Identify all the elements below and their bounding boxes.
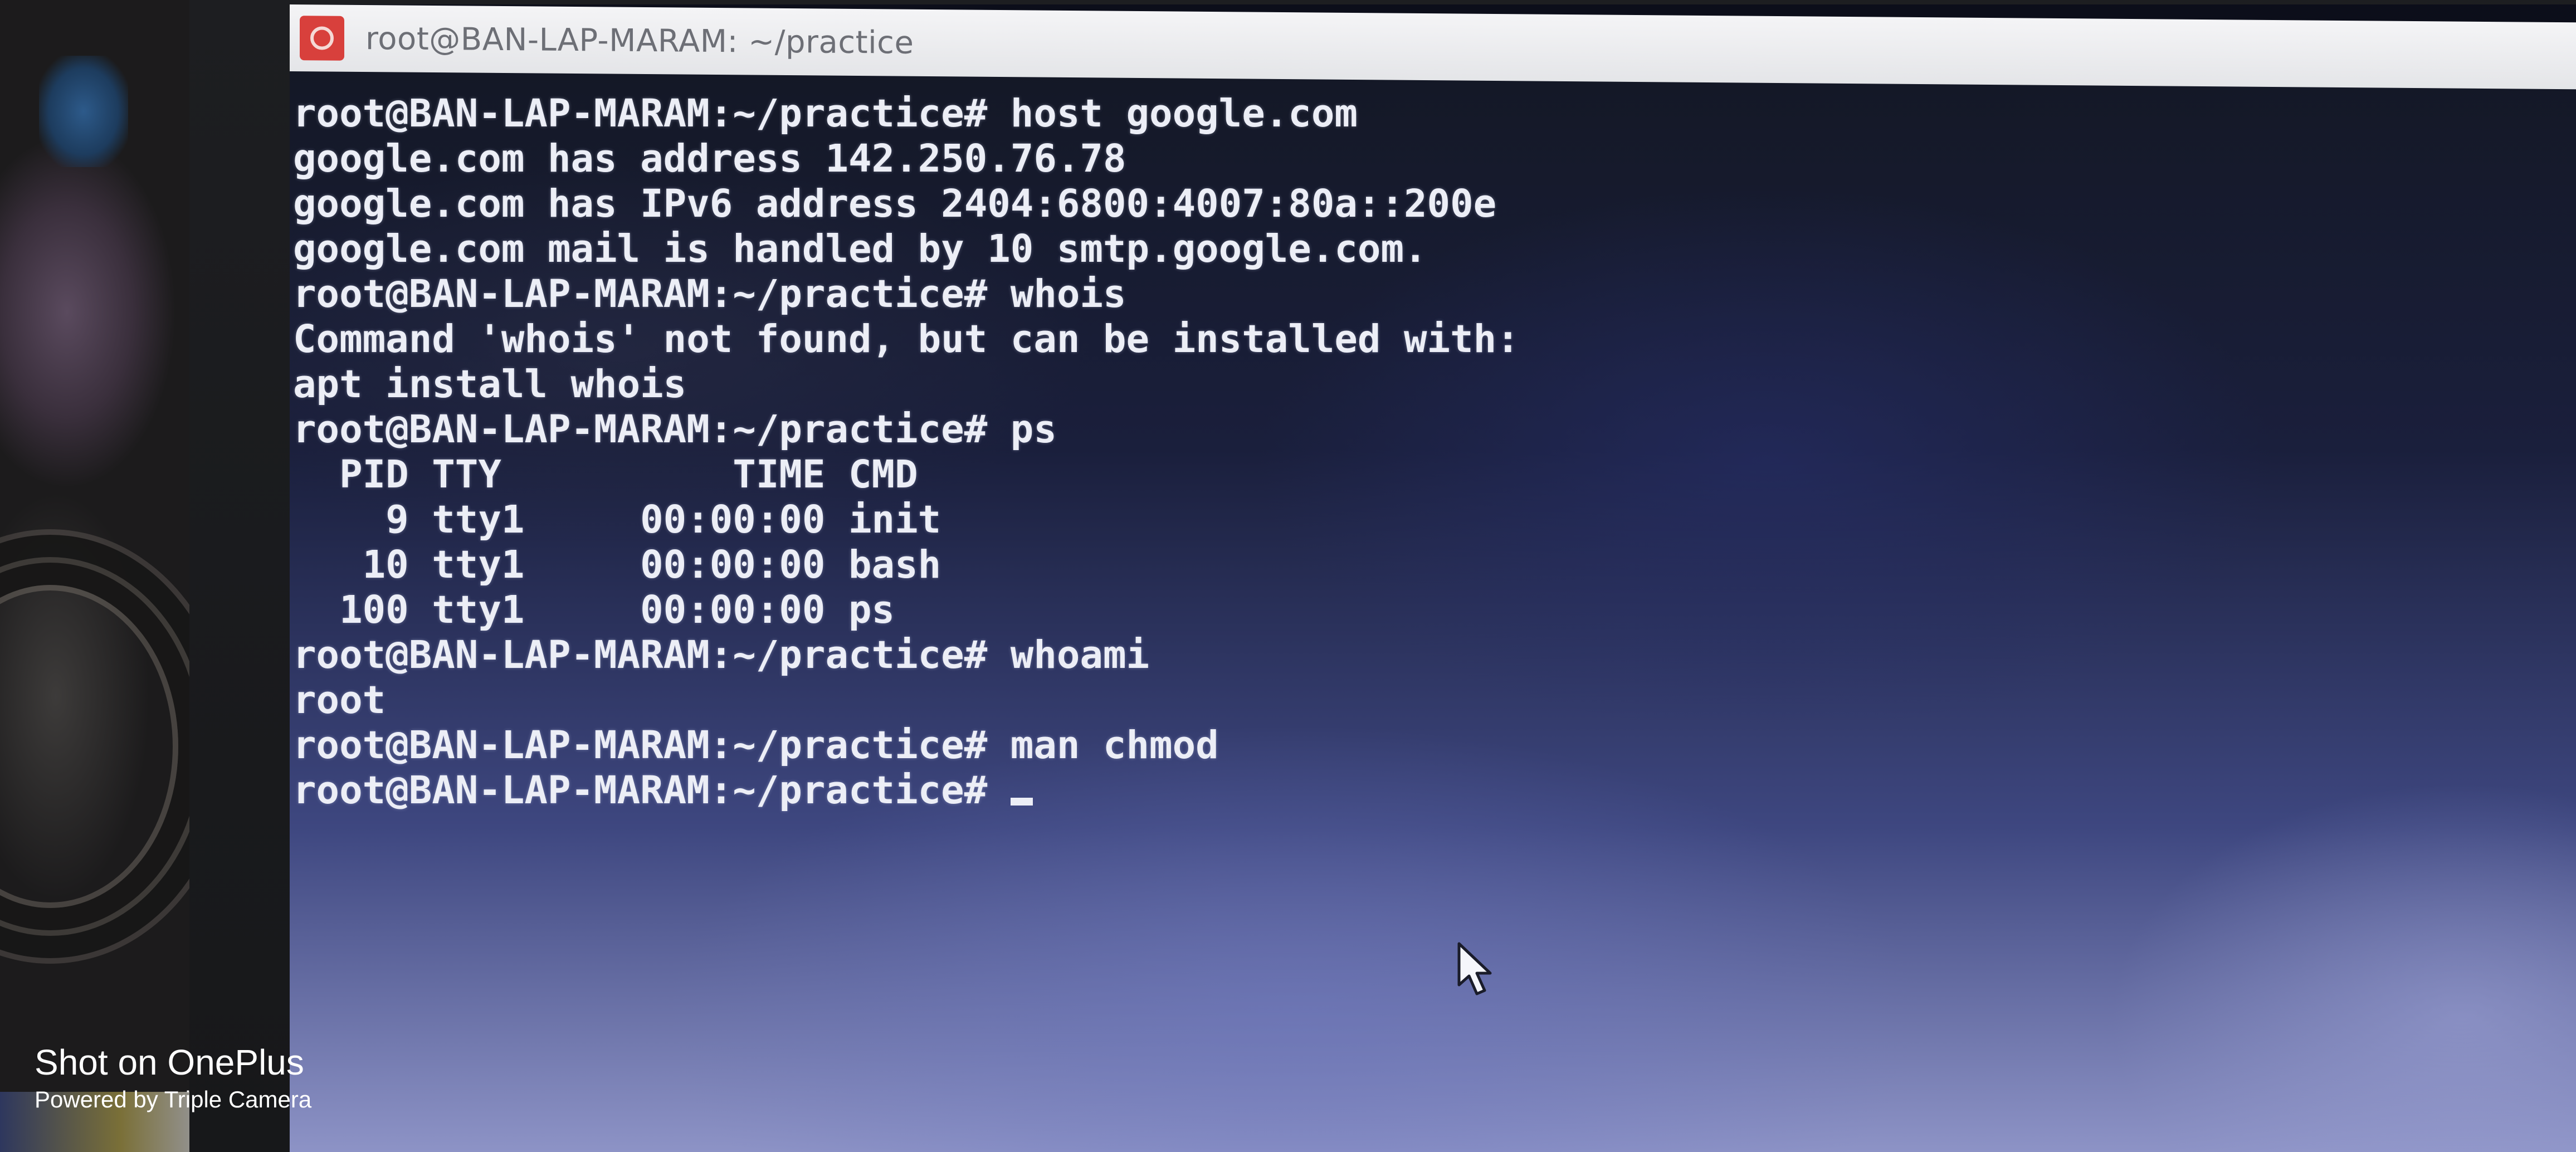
photo-background-left bbox=[0, 0, 212, 1152]
background-object-blue bbox=[39, 56, 128, 167]
terminal-output[interactable]: root@BAN-LAP-MARAM:~/practice# host goog… bbox=[293, 91, 1520, 813]
terminal-line: 9 tty1 00:00:00 init bbox=[293, 497, 941, 542]
terminal-line: google.com has address 142.250.76.78 bbox=[293, 136, 1126, 181]
terminal-line: google.com mail is handled by 10 smtp.go… bbox=[293, 227, 1427, 271]
watermark-title: Shot on OnePlus bbox=[35, 1042, 304, 1082]
camera-watermark: Shot on OnePlus Powered by Triple Camera bbox=[35, 1041, 311, 1115]
terminal-line: google.com has IPv6 address 2404:6800:40… bbox=[293, 182, 1497, 226]
terminal-line: root@BAN-LAP-MARAM:~/practice# ps bbox=[293, 407, 1057, 452]
terminal-line: PID TTY TIME CMD bbox=[293, 452, 918, 497]
watermark-subtitle: Powered by Triple Camera bbox=[35, 1086, 312, 1112]
terminal-line: root@BAN-LAP-MARAM:~/practice# host goog… bbox=[293, 91, 1358, 136]
background-object-cable bbox=[0, 585, 178, 908]
terminal-line: root@BAN-LAP-MARAM:~/practice# whoami bbox=[293, 633, 1150, 677]
terminal-window[interactable]: root@BAN-LAP-MARAM: ~/practice root@BAN-… bbox=[290, 4, 2576, 1152]
terminal-prompt-line[interactable]: root@BAN-LAP-MARAM:~/practice# bbox=[293, 768, 1520, 813]
app-icon-glyph bbox=[310, 26, 334, 50]
block-cursor-icon bbox=[1010, 798, 1033, 806]
terminal-line: 100 tty1 00:00:00 ps bbox=[293, 588, 895, 632]
terminal-line: root bbox=[293, 678, 386, 723]
terminal-app-icon[interactable] bbox=[300, 16, 344, 61]
window-title: root@BAN-LAP-MARAM: ~/practice bbox=[365, 20, 914, 61]
terminal-prompt: root@BAN-LAP-MARAM:~/practice# bbox=[293, 768, 1011, 813]
terminal-line: apt install whois bbox=[293, 362, 687, 407]
terminal-line: 10 tty1 00:00:00 bash bbox=[293, 543, 941, 587]
mouse-pointer-icon bbox=[1457, 942, 1492, 995]
terminal-line: root@BAN-LAP-MARAM:~/practice# whois bbox=[293, 272, 1126, 316]
terminal-line: Command 'whois' not found, but can be in… bbox=[293, 317, 1520, 362]
terminal-line: root@BAN-LAP-MARAM:~/practice# man chmod bbox=[293, 723, 1219, 768]
